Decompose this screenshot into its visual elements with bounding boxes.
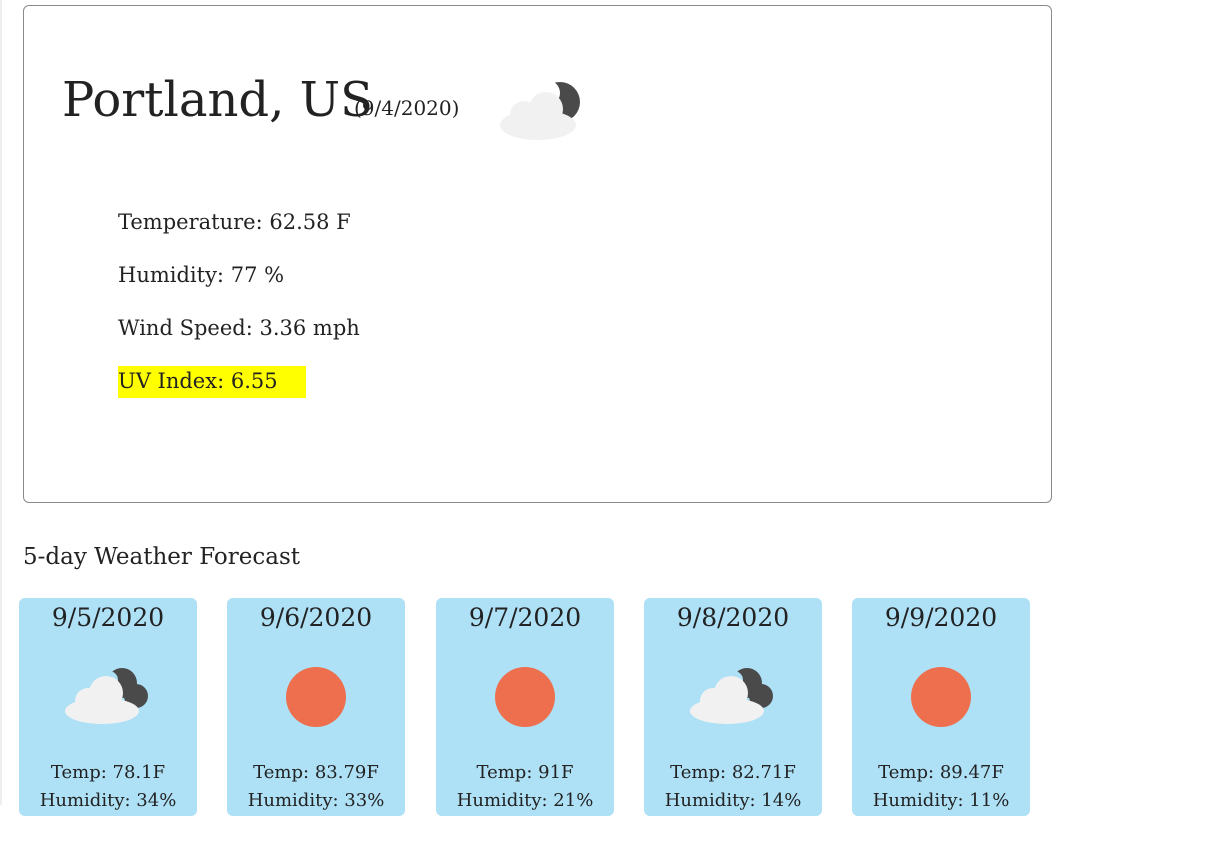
forecast-temp: Temp: 83.79F [227,761,405,785]
sun-icon [495,667,555,727]
forecast-humidity-label: Humidity: [872,790,964,811]
night-cloud-icon [690,668,773,724]
wind-speed-label: Wind Speed: [118,316,253,340]
forecast-temp-value: 82.71F [731,762,796,783]
forecast-humidity-label: Humidity: [247,790,339,811]
forecast-temp-value: 89.47F [939,762,1004,783]
forecast-humidity: Humidity: 11% [852,789,1030,813]
forecast-heading: 5-day Weather Forecast [23,544,300,570]
wind-speed-value: 3.36 mph [259,316,360,340]
forecast-humidity: Humidity: 34% [19,789,197,813]
uv-index-stat: UV Index: 6.55 [118,366,306,398]
wind-speed-stat: Wind Speed: 3.36 mph [118,313,360,343]
forecast-card-day-1: 9/5/2020 Temp: 78.1F Humidity: 34% [19,598,197,816]
current-date: (9/4/2020) [354,96,460,120]
forecast-date: 9/6/2020 [259,603,373,632]
forecast-temp-label: Temp: [50,762,107,783]
forecast-humidity-value: 33% [344,790,385,811]
sun-icon [286,667,346,727]
forecast-humidity: Humidity: 14% [644,789,822,813]
forecast-card-day-4: 9/8/2020 Temp: 82.71F Humidity: 14% [644,598,822,816]
forecast-date: 9/7/2020 [468,603,582,632]
forecast-card-day-2: 9/6/2020 Temp: 83.79F Humidity: 33% [227,598,405,816]
forecast-date: 9/8/2020 [676,603,790,632]
forecast-temp: Temp: 78.1F [19,761,197,785]
temperature-value: 62.58 F [269,210,351,234]
forecast-temp: Temp: 89.47F [852,761,1030,785]
forecast-humidity-label: Humidity: [456,790,548,811]
page-left-edge [0,0,2,805]
temperature-label: Temperature: [118,210,263,234]
forecast-date: 9/9/2020 [884,603,998,632]
forecast-humidity-value: 14% [761,790,802,811]
forecast-humidity-value: 11% [969,790,1010,811]
sun-icon [911,667,971,727]
forecast-temp-value: 83.79F [314,762,379,783]
humidity-value: 77 % [230,263,285,287]
humidity-label: Humidity: [118,263,225,287]
forecast-temp-label: Temp: [476,762,533,783]
forecast-temp-label: Temp: [253,762,310,783]
humidity-stat: Humidity: 77 % [118,260,284,290]
current-weather-card: Portland, US (9/4/2020) Temperature: 62.… [23,5,1052,503]
forecast-humidity-value: 34% [136,790,177,811]
forecast-temp-value: 78.1F [112,762,166,783]
night-cloud-icon [500,81,580,140]
forecast-card-day-5: 9/9/2020 Temp: 89.47F Humidity: 11% [852,598,1030,816]
forecast-humidity-value: 21% [553,790,594,811]
temperature-stat: Temperature: 62.58 F [118,207,351,237]
forecast-date: 9/5/2020 [51,603,165,632]
uv-index-value: 6.55 [230,369,278,393]
night-cloud-icon [65,668,148,724]
forecast-humidity: Humidity: 21% [436,789,614,813]
uv-index-label: UV Index: [118,369,225,393]
forecast-temp-value: 91F [538,762,574,783]
forecast-temp-label: Temp: [878,762,935,783]
forecast-humidity-label: Humidity: [39,790,131,811]
forecast-temp: Temp: 82.71F [644,761,822,785]
forecast-card-day-3: 9/7/2020 Temp: 91F Humidity: 21% [436,598,614,816]
forecast-temp-label: Temp: [670,762,727,783]
forecast-temp: Temp: 91F [436,761,614,785]
forecast-humidity-label: Humidity: [664,790,756,811]
forecast-humidity: Humidity: 33% [227,789,405,813]
city-title: Portland, US [62,72,373,128]
